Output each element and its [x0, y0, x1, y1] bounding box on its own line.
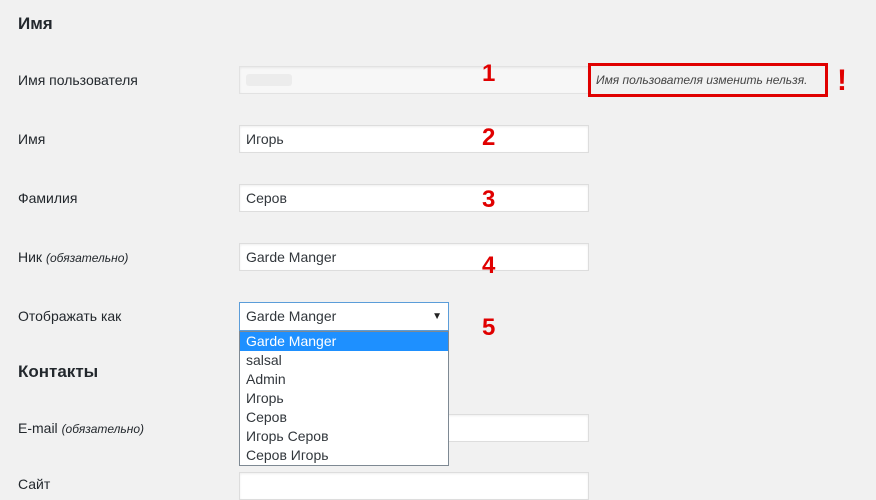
username-label: Имя пользователя — [18, 72, 138, 88]
display-as-label: Отображать как — [18, 308, 122, 324]
annotation-2: 2 — [482, 124, 496, 151]
dropdown-arrow-icon: ▼ — [432, 311, 442, 322]
section-title-name: Имя — [18, 14, 53, 33]
display-name-selected: Garde Manger — [246, 308, 337, 324]
nickname-label-text: Ник — [18, 249, 43, 265]
display-option[interactable]: Игорь Серов — [240, 427, 448, 446]
display-option[interactable]: salsal — [240, 351, 448, 370]
display-option[interactable]: Admin — [240, 370, 448, 389]
display-option[interactable]: Серов — [240, 408, 448, 427]
last-name-label: Фамилия — [18, 190, 78, 206]
site-input[interactable] — [239, 472, 589, 500]
username-note: Имя пользователя изменить нельзя. — [588, 63, 828, 97]
email-label-text: E-mail — [18, 420, 58, 436]
last-name-input[interactable]: Серов — [239, 184, 589, 212]
annotation-4: 4 — [482, 252, 496, 279]
first-name-label: Имя — [18, 131, 46, 147]
display-option[interactable]: Garde Manger — [240, 332, 448, 351]
annotation-5: 5 — [482, 314, 496, 341]
email-required-hint: (обязательно) — [61, 422, 144, 436]
annotation-1: 1 — [482, 60, 496, 87]
nickname-required-hint: (обязательно) — [45, 251, 129, 265]
display-name-options-list: Garde Manger salsal Admin Игорь Серов Иг… — [239, 331, 449, 466]
exclamation-mark: ! — [837, 64, 847, 97]
username-field — [239, 66, 589, 94]
first-name-input[interactable]: Игорь — [239, 125, 589, 153]
site-label: Сайт — [18, 476, 51, 492]
nickname-input[interactable]: Garde Manger — [239, 243, 589, 271]
display-name-select[interactable]: Garde Manger ▼ — [239, 302, 449, 331]
annotation-3: 3 — [482, 186, 496, 213]
section-title-contacts: Контакты — [18, 362, 99, 381]
nickname-label: Ник (обязательно) — [18, 249, 128, 265]
email-label: E-mail (обязательно) — [18, 420, 144, 436]
display-option[interactable]: Игорь — [240, 389, 448, 408]
display-option[interactable]: Серов Игорь — [240, 446, 448, 465]
username-redacted — [246, 74, 292, 86]
